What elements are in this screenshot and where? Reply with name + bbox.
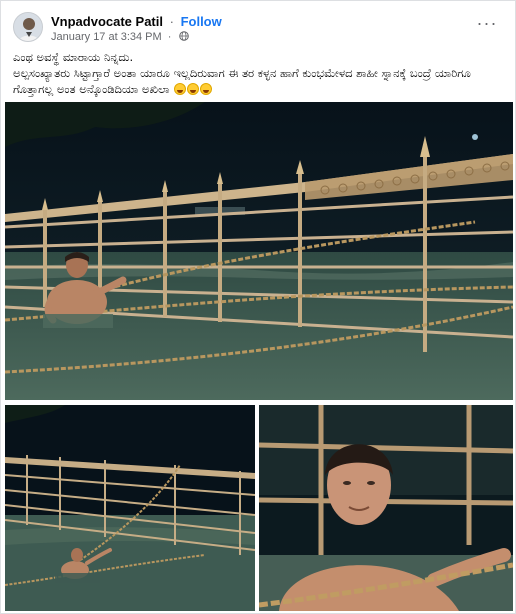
post-photo-wide[interactable]: [5, 405, 255, 611]
wide-river-scene: [5, 405, 255, 611]
author-name[interactable]: Vnpadvocate Patil: [51, 14, 163, 29]
follow-button[interactable]: Follow: [181, 14, 222, 29]
caption-line-1: ಎಂಥ ಅವಸ್ಥೆ ಮಾರಾಯ ನಿನ್ನದು.: [13, 50, 134, 64]
more-options-icon[interactable]: ···: [475, 14, 499, 38]
facebook-post: Vnpadvocate Patil · Follow January 17 at…: [0, 0, 516, 614]
separator-dot: ·: [169, 14, 174, 29]
caption-line-2-wrap: ಅಲ್ಪಸಂಖ್ಯಾತರು ಸಿಟ್ಟಾಗ್ತಾರೆ ಅಂತಾ ಯಾರೂ ಇಲ್…: [13, 65, 505, 99]
closeup-scene: [259, 405, 513, 611]
rofl-emoji-icon: [200, 83, 213, 95]
post-caption: ಎಂಥ ಅವಸ್ಥೆ ಮಾರಾಯ ನಿನ್ನದು. ಅಲ್ಪಸಂಖ್ಯಾತರು …: [13, 49, 505, 99]
post-header: Vnpadvocate Patil · Follow January 17 at…: [13, 12, 505, 46]
author-line: Vnpadvocate Patil · Follow: [51, 14, 222, 30]
globe-icon: [179, 31, 190, 41]
rofl-emoji-icon: [187, 83, 200, 95]
meta-separator-dot: ·: [167, 31, 172, 43]
post-photo-closeup[interactable]: [259, 405, 513, 611]
post-meta: January 17 at 3:34 PM ·: [51, 31, 190, 44]
caption-line-2: ಅಲ್ಪಸಂಖ್ಯಾತರು ಸಿಟ್ಟಾಗ್ತಾರೆ ಅಂತಾ ಯಾರೂ ಇಲ್…: [13, 66, 471, 96]
rofl-emoji-icon: [174, 83, 187, 95]
emoji-group: [173, 83, 213, 99]
author-avatar[interactable]: [13, 12, 43, 42]
post-timestamp[interactable]: January 17 at 3:34 PM: [51, 31, 162, 43]
river-railing-scene: [5, 102, 513, 400]
post-photo-main[interactable]: [5, 102, 513, 400]
